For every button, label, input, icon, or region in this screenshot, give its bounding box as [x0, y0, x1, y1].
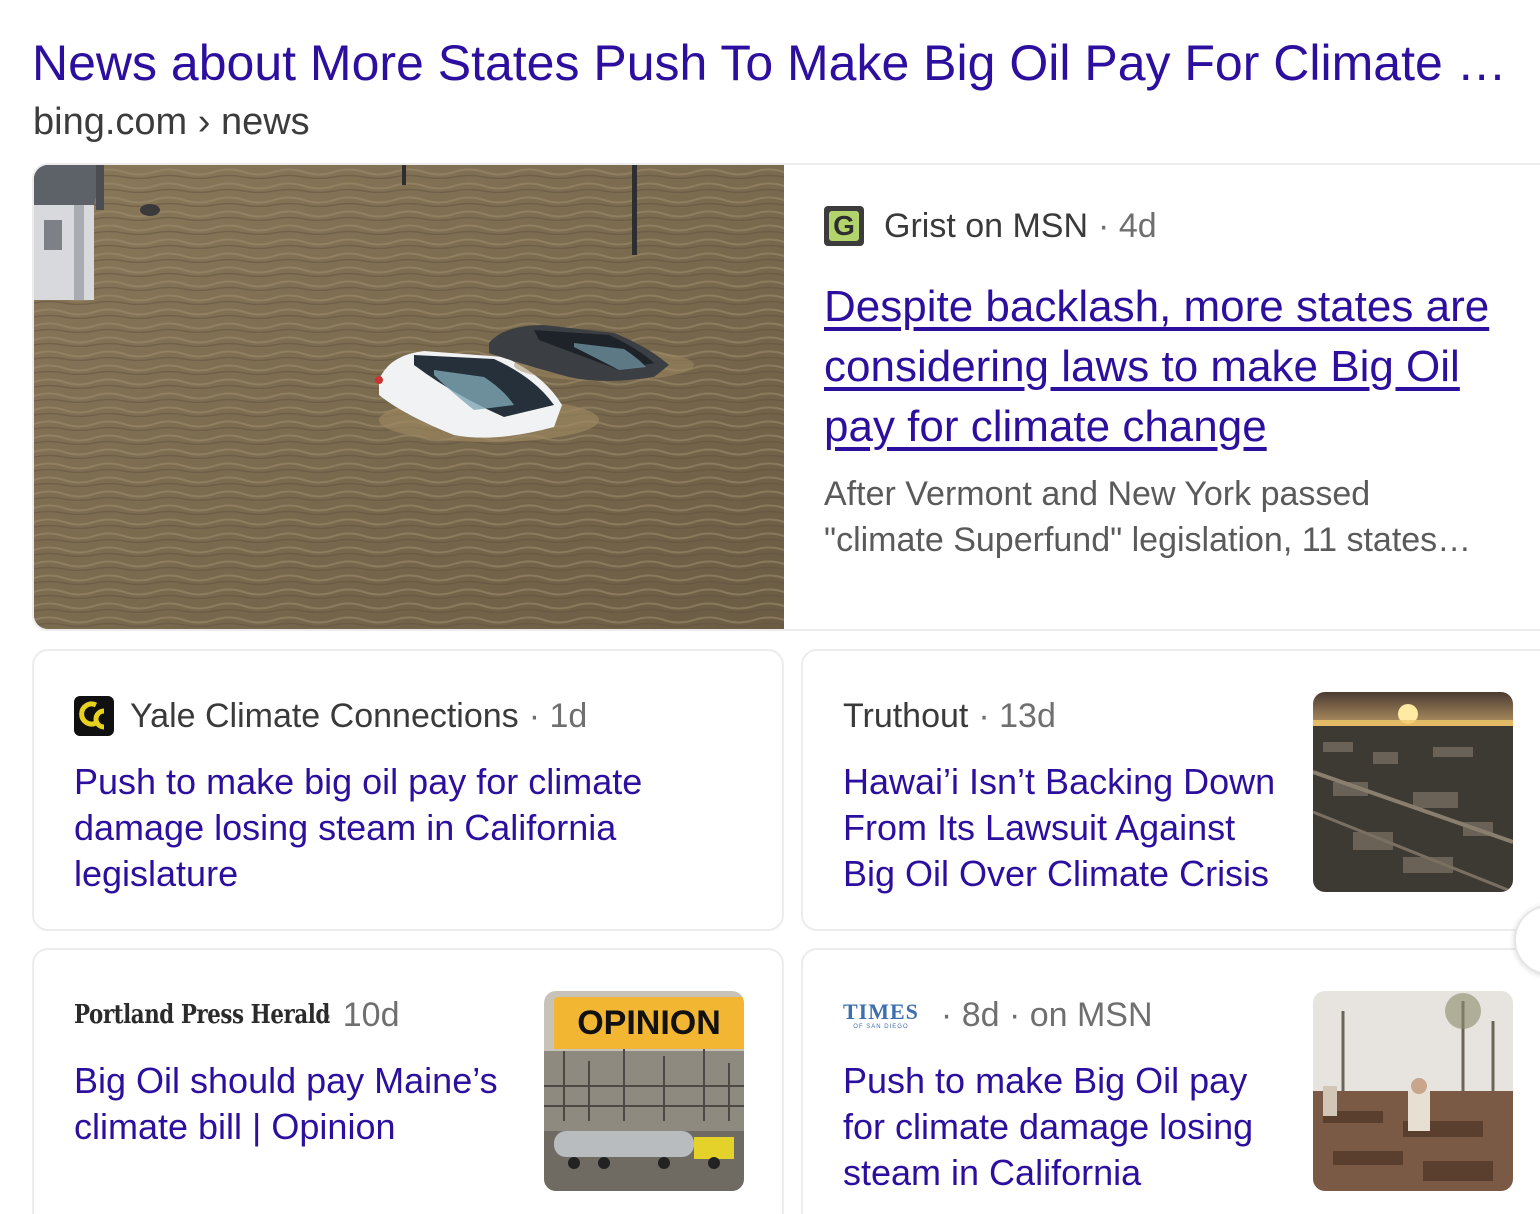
fire-debris-photo [1313, 991, 1513, 1191]
featured-headline-link[interactable]: Despite backlash, more states are consid… [824, 277, 1524, 457]
grist-logo-icon: G [824, 206, 864, 246]
card-body: TIMES OF SAN DIEGO · 8d · on MSN Push to… [843, 994, 1293, 1196]
featured-source-row: G Grist on MSN · 4d [824, 205, 1524, 247]
news-card-truthout[interactable]: Truthout · 13d Hawai’i Isn’t Backing Dow… [801, 649, 1540, 931]
source-row: Truthout · 13d [843, 695, 1293, 737]
featured-source-name[interactable]: Grist on MSN [884, 205, 1088, 247]
featured-news-card[interactable]: G Grist on MSN · 4d Despite backlash, mo… [32, 163, 1540, 631]
source-row: TIMES OF SAN DIEGO · 8d · on MSN [843, 994, 1293, 1036]
snippet-line-1: After Vermont and New York passed [824, 475, 1371, 513]
source-row: Portland Press Herald · 10d [74, 994, 554, 1036]
yale-climate-logo-icon [74, 696, 114, 736]
fire-debris-thumbnail[interactable] [1313, 991, 1513, 1191]
news-card-times-san-diego[interactable]: TIMES OF SAN DIEGO · 8d · on MSN Push to… [801, 948, 1540, 1214]
source-name[interactable]: Yale Climate Connections [130, 695, 519, 737]
featured-meta: · 4d [1098, 207, 1157, 245]
news-card-portland[interactable]: Portland Press Herald · 10d Big Oil shou… [32, 948, 784, 1214]
article-age: · 8d · on MSN [940, 996, 1153, 1034]
featured-snippet: After Vermont and New York passed "clima… [824, 471, 1514, 563]
news-results: News about More States Push To Make Big … [0, 0, 1540, 1214]
headline-link[interactable]: Hawai’i Isn’t Backing Down From Its Laws… [843, 759, 1293, 897]
source-row: Yale Climate Connections · 1d [74, 695, 714, 737]
times-of-san-diego-logo[interactable]: TIMES OF SAN DIEGO [843, 1000, 919, 1030]
breadcrumb[interactable]: bing.com › news [33, 98, 310, 146]
article-age: · 1d [528, 697, 588, 735]
sunset-burned-town-photo [1313, 692, 1513, 892]
card-body: Portland Press Herald · 10d Big Oil shou… [74, 994, 554, 1150]
card-body: Truthout · 13d Hawai’i Isn’t Backing Dow… [843, 695, 1293, 897]
headline-link[interactable]: Push to make big oil pay for climate dam… [74, 759, 674, 897]
sunset-town-thumbnail[interactable] [1313, 692, 1513, 892]
featured-article: G Grist on MSN · 4d Despite backlash, mo… [824, 205, 1524, 563]
snippet-line-2: "climate Superfund" legislation, 11 stat… [824, 521, 1472, 559]
flooded-cars-photo [34, 165, 784, 629]
news-section-title[interactable]: News about More States Push To Make Big … [32, 32, 1540, 94]
refinery-thumbnail[interactable]: OPINION [544, 991, 744, 1191]
portland-press-herald-logo[interactable]: Portland Press Herald [74, 994, 330, 1036]
news-card-yale[interactable]: Yale Climate Connections · 1d Push to ma… [32, 649, 784, 931]
headline-link[interactable]: Push to make Big Oil pay for climate dam… [843, 1058, 1273, 1196]
source-name[interactable]: Truthout [843, 695, 968, 737]
article-age: · 13d [978, 697, 1056, 735]
flooded-cars-image[interactable] [34, 165, 784, 629]
card-body: Yale Climate Connections · 1d Push to ma… [74, 695, 714, 897]
article-age: · 10d [322, 996, 400, 1034]
opinion-badge: OPINION [554, 997, 744, 1049]
headline-link[interactable]: Big Oil should pay Maine’s climate bill … [74, 1058, 524, 1150]
